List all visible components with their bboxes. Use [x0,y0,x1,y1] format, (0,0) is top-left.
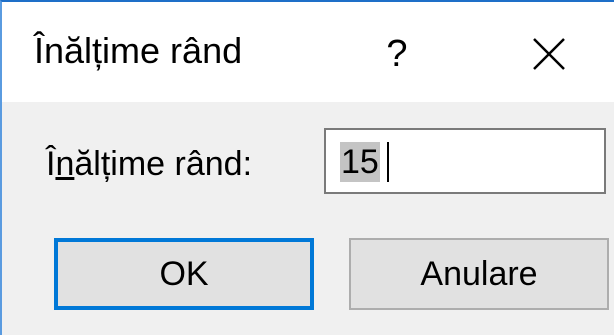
close-icon [533,38,565,70]
dialog-title: Înălțime rând [34,30,243,71]
text-caret [387,142,389,182]
label-mnemonic: n [55,145,75,183]
title-bar[interactable]: Înălțime rând ? [2,2,614,102]
close-button[interactable] [514,24,584,84]
help-button[interactable]: ? [367,24,427,84]
row-height-input[interactable]: 15 [324,128,606,194]
row-height-value: 15 [340,142,380,182]
row-height-dialog: Înălțime rând ? Înălțime rând: 15 OK Anu… [0,0,614,335]
row-height-label: Înălțime rând: [46,145,252,184]
label-suffix: ălțime rând: [74,145,253,183]
cancel-button[interactable]: Anulare [349,238,609,310]
ok-button[interactable]: OK [54,238,314,310]
